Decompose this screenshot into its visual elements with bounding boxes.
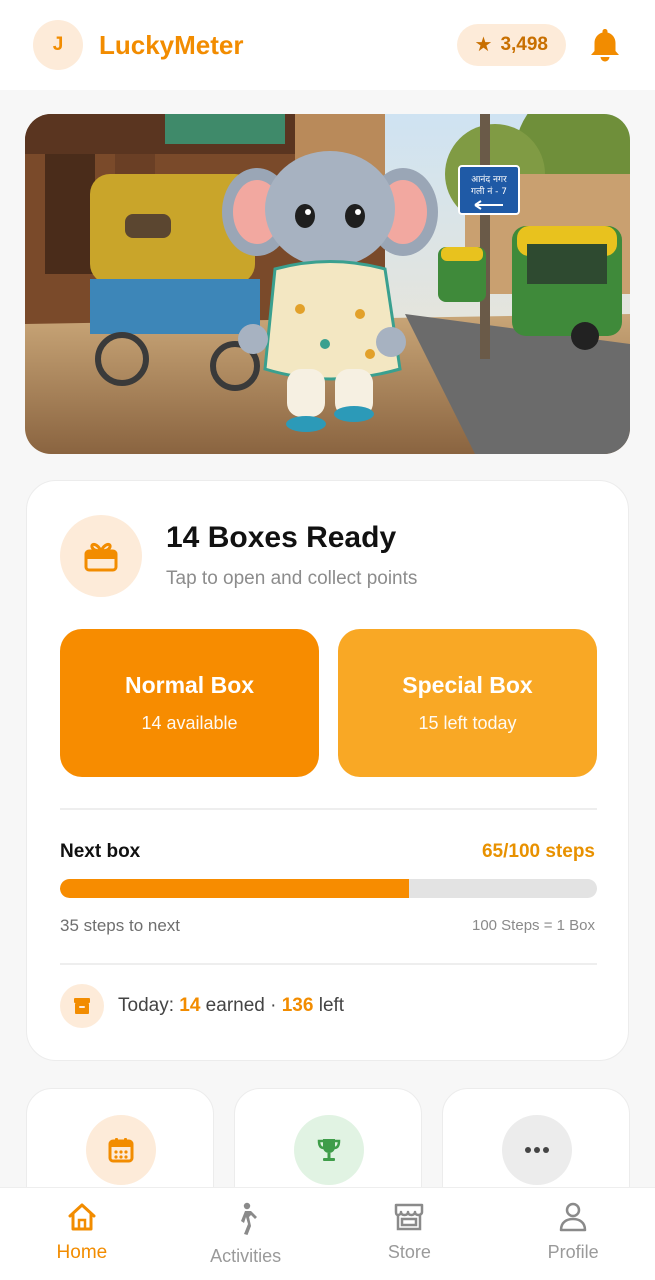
nav-home-label: Home <box>56 1242 108 1263</box>
special-box-title: Special Box <box>402 672 533 698</box>
svg-text:आनंद नगर: आनंद नगर <box>471 174 507 185</box>
nav-activities-label: Activities <box>210 1246 282 1266</box>
person-icon <box>559 1202 587 1232</box>
progress-fill <box>60 879 410 898</box>
bottom-nav: Home Activities Store Profile <box>0 1187 655 1280</box>
nav-home[interactable]: Home <box>0 1188 164 1280</box>
points-value: 3,498 <box>500 34 548 55</box>
normal-box-title: Normal Box <box>124 672 255 698</box>
more-icon <box>502 1115 572 1185</box>
today-left-suffix: left <box>313 995 345 1016</box>
divider <box>60 808 597 810</box>
today-earned-suffix: earned · <box>200 995 282 1016</box>
next-box-progress <box>60 879 597 898</box>
steps-rule: 100 Steps = 1 Box <box>471 917 595 934</box>
divider <box>60 963 597 965</box>
today-left: 136 <box>281 995 314 1016</box>
nav-store[interactable]: Store <box>328 1188 492 1280</box>
today-prefix: Today: <box>118 995 180 1016</box>
nav-store-label: Store <box>387 1242 431 1262</box>
next-box-steps: 65/100 steps <box>481 841 595 862</box>
boxes-ready-title: 14 Boxes Ready <box>166 521 397 554</box>
nav-profile[interactable]: Profile <box>491 1188 655 1280</box>
walking-icon <box>240 1202 257 1235</box>
today-earned: 14 <box>179 995 201 1016</box>
app-header: J LuckyMeter ★ 3,498 <box>0 0 655 90</box>
normal-box-button[interactable]: Normal Box 14 available <box>60 629 319 777</box>
trophy-icon <box>294 1115 364 1185</box>
app-title: LuckyMeter <box>99 29 244 60</box>
hero-banner: आनंद नगर गली नं - 7 <box>25 114 630 454</box>
boxes-card: 14 Boxes Ready Tap to open and collect p… <box>26 480 629 1061</box>
points-badge[interactable]: ★ 3,498 <box>456 24 566 66</box>
avatar[interactable]: J <box>33 20 83 70</box>
bell-icon[interactable] <box>588 27 622 63</box>
special-box-subtitle: 15 left today <box>418 713 517 733</box>
special-box-button[interactable]: Special Box 15 left today <box>338 629 597 777</box>
today-summary: Today: 14 earned · 136 left <box>118 995 344 1017</box>
archive-box-icon <box>60 984 104 1028</box>
next-box-label: Next box <box>60 841 141 862</box>
steps-to-next: 35 steps to next <box>60 916 181 935</box>
star-icon: ★ <box>474 34 493 56</box>
store-icon <box>395 1203 424 1231</box>
gift-icon <box>60 515 142 597</box>
nav-profile-label: Profile <box>547 1242 599 1262</box>
home-icon <box>68 1203 96 1231</box>
boxes-ready-subtitle: Tap to open and collect points <box>166 568 418 589</box>
nav-activities[interactable]: Activities <box>164 1188 328 1280</box>
normal-box-subtitle: 14 available <box>141 713 238 733</box>
calendar-icon <box>86 1115 156 1185</box>
svg-text:गली नं - 7: गली नं - 7 <box>471 185 507 197</box>
